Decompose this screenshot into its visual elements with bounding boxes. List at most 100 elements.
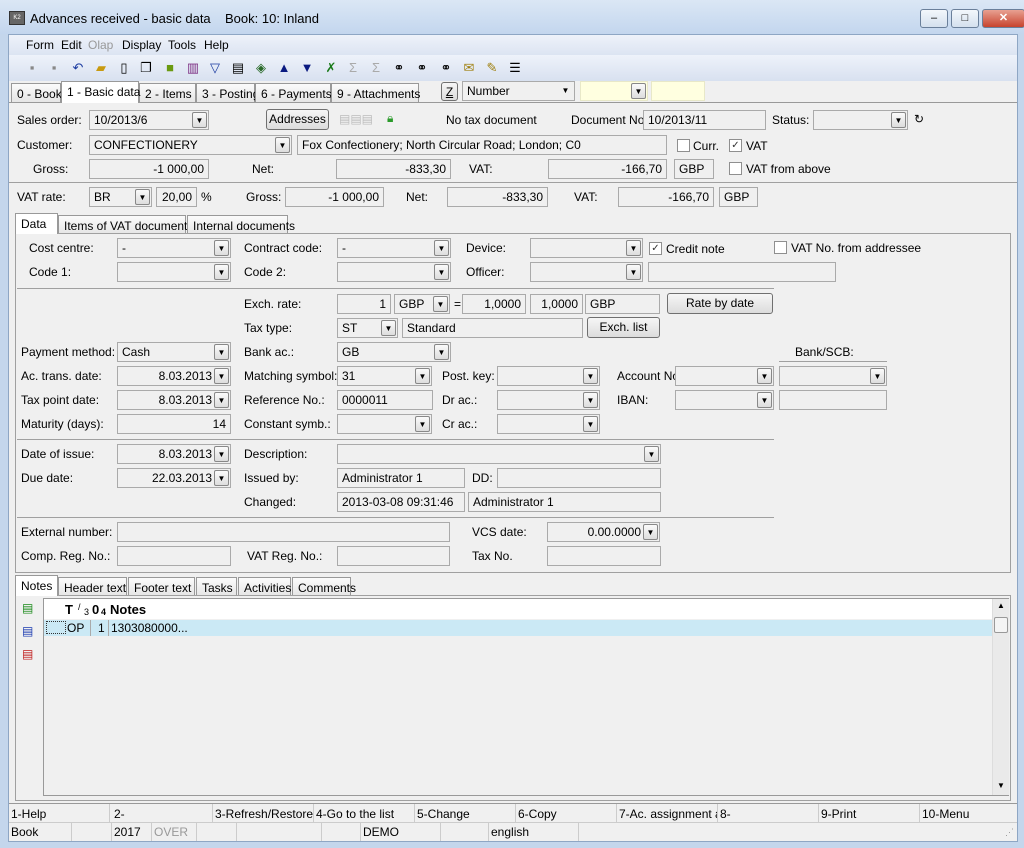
cr-ac-select[interactable]: ▼: [497, 414, 600, 434]
filter-input[interactable]: [651, 81, 705, 101]
binoculars-icon[interactable]: ⚭: [390, 59, 408, 77]
vat2-field[interactable]: -166,70: [618, 187, 714, 207]
fkey-change[interactable]: 5-Change: [415, 804, 516, 823]
menu-tools[interactable]: Tools: [168, 38, 196, 52]
scroll-down-icon[interactable]: ▼: [997, 781, 1005, 790]
envelope-icon[interactable]: ✉: [460, 59, 478, 77]
lock-icon[interactable]: ■: [161, 59, 179, 77]
resize-grip-icon[interactable]: ⋰: [1005, 827, 1014, 838]
save-icon[interactable]: ▪: [23, 59, 41, 77]
tab-notes[interactable]: Notes: [15, 575, 58, 596]
scroll-thumb[interactable]: [994, 617, 1008, 633]
exch-list-button[interactable]: Exch. list: [587, 317, 660, 338]
col-number[interactable]: 0: [92, 602, 99, 617]
menu-display[interactable]: Display: [122, 38, 161, 52]
tax-no-field[interactable]: [547, 546, 661, 566]
net2-field[interactable]: -833,30: [447, 187, 548, 207]
matching-symbol-select[interactable]: 31 ▼: [337, 366, 432, 386]
find-prev-icon[interactable]: ⚭: [437, 59, 455, 77]
fkey-copy[interactable]: 6-Copy: [516, 804, 617, 823]
edit-note-icon[interactable]: ▤: [22, 624, 33, 638]
cost-centre-select[interactable]: - ▼: [117, 238, 231, 258]
comp-reg-field[interactable]: [117, 546, 231, 566]
dd-field[interactable]: [497, 468, 661, 488]
tab-comments[interactable]: Comments: [292, 577, 356, 597]
fkey-refresh[interactable]: 3-Refresh/Restore: [213, 804, 314, 823]
net-field[interactable]: -833,30: [336, 159, 451, 179]
vat-amount-field[interactable]: -166,70: [548, 159, 667, 179]
fkey-2[interactable]: 2-: [112, 804, 213, 823]
code2-select[interactable]: ▼: [337, 262, 451, 282]
bank-scb-select[interactable]: ▼: [779, 366, 887, 386]
code1-select[interactable]: ▼: [117, 262, 231, 282]
vat-from-above-checkbox[interactable]: [729, 162, 742, 175]
fkey-help[interactable]: 1-Help: [9, 804, 110, 823]
curr-checkbox[interactable]: [677, 139, 690, 152]
post-key-select[interactable]: ▼: [497, 366, 600, 386]
tab-activities[interactable]: Activities: [238, 577, 291, 597]
rate-by-date-button[interactable]: Rate by date: [667, 293, 773, 314]
reference-no-field[interactable]: 0000011: [337, 390, 433, 410]
stack-icon[interactable]: ◈: [252, 59, 270, 77]
undo-icon[interactable]: ↶: [69, 59, 87, 77]
tab-footer-text[interactable]: Footer text: [128, 577, 195, 597]
arrow-up-icon[interactable]: ▲: [275, 59, 293, 77]
fkey-menu[interactable]: 10-Menu: [920, 804, 1017, 823]
customer-address-field[interactable]: Fox Confectionery; North Circular Road; …: [297, 135, 667, 155]
due-date-select[interactable]: 22.03.2013 ▼: [117, 468, 231, 488]
exch-amount-field[interactable]: 1: [337, 294, 391, 314]
iban-select[interactable]: ▼: [675, 390, 774, 410]
history-icon[interactable]: ↻: [914, 112, 924, 126]
constant-symb-select[interactable]: ▼: [337, 414, 432, 434]
tab-book[interactable]: 0 - Book: [11, 83, 62, 103]
vat-rate-select[interactable]: BR ▼: [89, 187, 152, 207]
account-no-select[interactable]: ▼: [675, 366, 774, 386]
filter-list-icon[interactable]: ▤: [229, 59, 247, 77]
device-select[interactable]: ▼: [530, 238, 643, 258]
close-button[interactable]: ✕: [982, 9, 1024, 28]
subtab-data[interactable]: Data: [15, 213, 58, 234]
sort-field-select[interactable]: Number ▼: [462, 81, 575, 101]
book-icon[interactable]: ▥: [184, 59, 202, 77]
maximize-button[interactable]: □: [951, 9, 979, 28]
menu-help[interactable]: Help: [204, 38, 229, 52]
open-folder-icon[interactable]: ▰: [92, 59, 110, 77]
scroll-up-icon[interactable]: ▲: [997, 601, 1005, 610]
external-number-field[interactable]: [117, 522, 450, 542]
tax-type-select[interactable]: ST ▼: [337, 318, 398, 338]
tab-basic-data[interactable]: 1 - Basic data: [61, 81, 140, 103]
addresses-button[interactable]: Addresses: [266, 109, 329, 130]
payment-method-select[interactable]: Cash ▼: [117, 342, 231, 362]
fkey-8[interactable]: 8-: [718, 804, 819, 823]
tab-items[interactable]: 2 - Items: [139, 83, 196, 103]
delete-note-icon[interactable]: ▤: [22, 647, 33, 661]
tab-payments[interactable]: 6 - Payments: [255, 83, 332, 103]
minimize-button[interactable]: –: [920, 9, 948, 28]
fkey-ac-assignment[interactable]: 7-Ac. assignment ar: [617, 804, 718, 823]
customer-select[interactable]: CONFECTIONERY ▼: [89, 135, 292, 155]
new-document-icon[interactable]: ▯: [115, 59, 133, 77]
gross-field[interactable]: -1 000,00: [89, 159, 209, 179]
credit-note-checkbox[interactable]: ✓: [649, 242, 662, 255]
add-note-icon[interactable]: ▤: [22, 601, 33, 615]
col-type[interactable]: T: [65, 602, 73, 617]
table-row[interactable]: OP 1 1303080000...: [44, 620, 992, 636]
copy-document-icon[interactable]: ❐: [137, 59, 155, 77]
bank-ac-select[interactable]: GB ▼: [337, 342, 451, 362]
vat-percent-field[interactable]: 20,00: [156, 187, 197, 207]
col-notes[interactable]: Notes: [110, 602, 146, 617]
sales-order-select[interactable]: 10/2013/6 ▼: [89, 110, 209, 130]
fkey-go-to-list[interactable]: 4-Go to the list: [314, 804, 415, 823]
status-select[interactable]: ▼: [813, 110, 908, 130]
excel-export-icon[interactable]: ✗: [322, 59, 340, 77]
ac-trans-date-select[interactable]: 8.03.2013 ▼: [117, 366, 231, 386]
rate1-field[interactable]: 1,0000: [462, 294, 526, 314]
officer-select[interactable]: ▼: [530, 262, 643, 282]
document-no-field[interactable]: 10/2013/11: [643, 110, 766, 130]
edit-note-icon[interactable]: ✎: [483, 59, 501, 77]
rate2-field[interactable]: 1,0000: [530, 294, 583, 314]
maturity-field[interactable]: 14: [117, 414, 231, 434]
iban-field[interactable]: [779, 390, 887, 410]
subtab-items-of-vat-documents[interactable]: Items of VAT documents: [58, 215, 193, 235]
row-selector[interactable]: [46, 621, 66, 634]
